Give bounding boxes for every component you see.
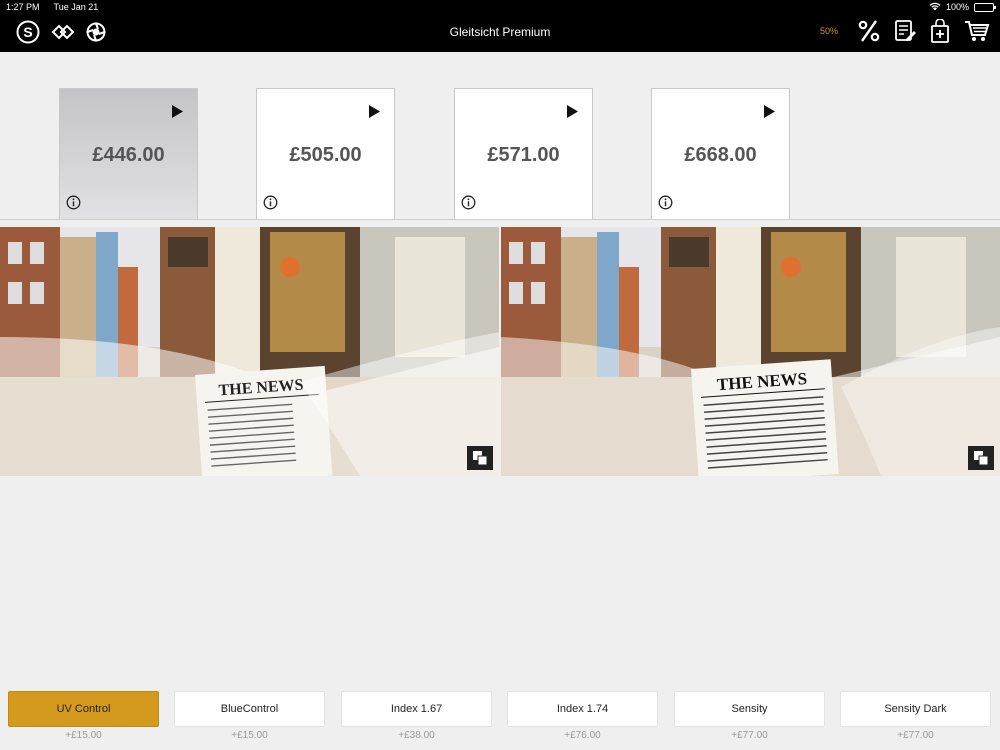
addon-options: UV Control +£15.00 BlueControl +£15.00 I… bbox=[0, 691, 1000, 750]
addon-price: +£77.00 bbox=[731, 730, 768, 741]
price-value: £505.00 bbox=[289, 144, 362, 166]
addon-index-174: Index 1.74 +£76.00 bbox=[507, 691, 658, 741]
status-time: 1:27 PM bbox=[6, 2, 40, 12]
top-navigation-bar: S Gleitsicht Premium 50% bbox=[0, 14, 1000, 52]
addon-button[interactable]: Index 1.67 bbox=[341, 691, 492, 727]
status-right: 100% bbox=[929, 2, 996, 13]
addon-button[interactable]: UV Control bbox=[8, 691, 159, 727]
addon-price: +£76.00 bbox=[564, 730, 601, 741]
bag-add-icon[interactable] bbox=[930, 19, 950, 43]
comparison-panel-right[interactable]: THE NEWS bbox=[501, 227, 1000, 476]
addon-sensity: Sensity +£77.00 bbox=[674, 691, 825, 741]
addon-sensity-dark: Sensity Dark +£77.00 bbox=[840, 691, 991, 741]
info-icon[interactable] bbox=[461, 195, 476, 215]
addon-button[interactable]: BlueControl bbox=[174, 691, 325, 727]
price-options: £446.00 £505.00 £571.00 £668.00 bbox=[0, 52, 1000, 220]
addon-price: +£15.00 bbox=[65, 730, 102, 741]
nav-right-group: 50% bbox=[820, 19, 990, 43]
status-bar: 1:27 PM Tue Jan 21 100% bbox=[0, 0, 1000, 14]
addon-price: +£77.00 bbox=[897, 730, 934, 741]
info-icon[interactable] bbox=[66, 195, 81, 215]
cards-divider bbox=[0, 219, 1000, 220]
status-date: Tue Jan 21 bbox=[53, 2, 99, 12]
addon-uv-control: UV Control +£15.00 bbox=[8, 691, 159, 741]
addon-price: +£15.00 bbox=[231, 730, 268, 741]
price-value: £571.00 bbox=[487, 144, 560, 166]
price-value: £668.00 bbox=[684, 144, 757, 166]
addon-price: +£38.00 bbox=[398, 730, 435, 741]
street-scene-image: THE NEWS bbox=[501, 227, 1000, 476]
play-icon[interactable] bbox=[369, 105, 380, 123]
price-card-4[interactable]: £668.00 bbox=[651, 88, 790, 219]
swap-compare-icon[interactable] bbox=[467, 446, 493, 470]
street-scene-image: THE NEWS bbox=[0, 227, 499, 476]
discount-indicator: 50% bbox=[819, 26, 838, 36]
addon-bluecontrol: BlueControl +£15.00 bbox=[174, 691, 325, 741]
percent-icon[interactable] bbox=[858, 19, 880, 43]
notes-icon[interactable] bbox=[894, 19, 916, 43]
info-icon[interactable] bbox=[658, 195, 673, 215]
battery-icon bbox=[974, 2, 996, 12]
play-icon[interactable] bbox=[567, 105, 578, 123]
cart-icon[interactable] bbox=[964, 19, 990, 43]
price-card-2[interactable]: £505.00 bbox=[256, 88, 395, 219]
play-icon[interactable] bbox=[172, 105, 183, 123]
wifi-icon bbox=[929, 2, 941, 13]
battery-percent: 100% bbox=[945, 2, 969, 12]
swap-compare-icon[interactable] bbox=[968, 446, 994, 470]
addon-button[interactable]: Sensity bbox=[674, 691, 825, 727]
comparison-panel-left[interactable]: THE NEWS bbox=[0, 227, 499, 476]
addon-button[interactable]: Index 1.74 bbox=[507, 691, 658, 727]
play-icon[interactable] bbox=[764, 105, 775, 123]
addon-button[interactable]: Sensity Dark bbox=[840, 691, 991, 727]
info-icon[interactable] bbox=[263, 195, 278, 215]
price-value: £446.00 bbox=[92, 144, 165, 166]
lens-comparison: THE NEWS THE NEWS bbox=[0, 227, 1000, 476]
price-card-1[interactable]: £446.00 bbox=[59, 88, 198, 219]
price-card-3[interactable]: £571.00 bbox=[454, 88, 593, 219]
addon-index-167: Index 1.67 +£38.00 bbox=[341, 691, 492, 741]
